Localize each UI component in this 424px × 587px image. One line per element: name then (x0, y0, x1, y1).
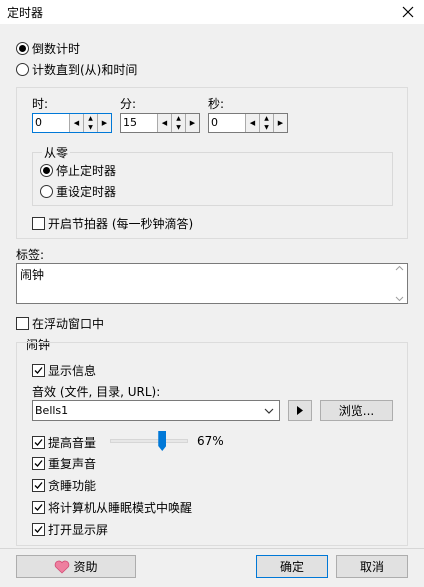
seconds-down-icon[interactable]: ▼ (260, 123, 273, 132)
floating-window-label: 在浮动窗口中 (32, 317, 105, 331)
countup-label: 计数直到(从)和时间 (32, 63, 138, 77)
metronome-checkbox[interactable]: 开启节拍器 (每一秒钟滴答) (32, 215, 193, 232)
hours-right-arrow-icon[interactable]: ▶ (97, 114, 111, 132)
zero-group-title: 从零 (42, 144, 71, 161)
metronome-label: 开启节拍器 (每一秒钟滴答) (48, 217, 194, 231)
hours-value[interactable]: 0 (33, 114, 69, 132)
snooze-checkbox[interactable]: 贪睡功能 (32, 477, 96, 494)
floating-window-checkbox[interactable]: 在浮动窗口中 (16, 315, 104, 332)
browse-button[interactable]: 浏览... (320, 400, 393, 421)
minutes-up-icon[interactable]: ▲ (172, 114, 185, 123)
seconds-label: 秒: (208, 97, 225, 111)
checkmark-icon (32, 523, 45, 536)
minutes-down-icon[interactable]: ▼ (172, 123, 185, 132)
play-icon (297, 406, 303, 415)
sound-label: 音效 (文件, 目录, URL): (32, 385, 161, 399)
checkmark-icon (32, 501, 45, 514)
increase-volume-checkbox[interactable]: 提高音量 (32, 434, 96, 451)
hours-up-icon[interactable]: ▲ (84, 114, 97, 123)
radio-selected-icon (16, 42, 29, 55)
seconds-spinner[interactable]: 0 ◀ ▲ ▼ ▶ (208, 113, 288, 133)
countdown-radio[interactable]: 倒数计时 (16, 40, 80, 57)
checkmark-icon (32, 364, 45, 377)
tag-scrollbar[interactable] (392, 264, 407, 303)
countdown-label: 倒数计时 (32, 42, 81, 56)
title-bar (0, 0, 424, 24)
browse-label: 浏览... (338, 404, 375, 418)
minutes-spinner[interactable]: 15 ◀ ▲ ▼ ▶ (120, 113, 200, 133)
seconds-value[interactable]: 0 (209, 114, 245, 132)
reset-timer-radio[interactable]: 重设定时器 (40, 183, 116, 200)
hours-down-icon[interactable]: ▼ (84, 123, 97, 132)
tag-textarea[interactable]: 闹钟 (16, 263, 408, 304)
checkmark-icon (32, 479, 45, 492)
stop-timer-radio[interactable]: 停止定时器 (40, 162, 116, 179)
reset-timer-label: 重设定时器 (56, 185, 117, 199)
turn-on-display-checkbox[interactable]: 打开显示屏 (32, 521, 108, 538)
turn-on-display-label: 打开显示屏 (48, 523, 109, 537)
play-button[interactable] (288, 400, 312, 421)
radio-icon (16, 63, 29, 76)
close-button[interactable] (392, 0, 424, 24)
heart-icon (55, 560, 70, 574)
donate-button[interactable]: 资助 (16, 555, 136, 578)
seconds-left-arrow-icon[interactable]: ◀ (245, 114, 259, 132)
volume-slider-track[interactable] (110, 439, 188, 443)
radio-selected-icon (40, 164, 53, 177)
close-icon (402, 6, 414, 18)
minutes-label: 分: (120, 97, 137, 111)
scroll-up-icon[interactable] (395, 264, 404, 273)
checkbox-icon (32, 217, 45, 230)
donate-label: 资助 (73, 560, 98, 574)
countup-radio[interactable]: 计数直到(从)和时间 (16, 61, 137, 78)
hours-spinner[interactable]: 0 ◀ ▲ ▼ ▶ (32, 113, 112, 133)
footer-divider (0, 548, 424, 549)
window-title: 定时器 (7, 6, 44, 20)
seconds-up-icon[interactable]: ▲ (260, 114, 273, 123)
sound-dropdown[interactable]: Bells1 (32, 400, 280, 421)
checkmark-icon (32, 436, 45, 449)
show-info-label: 显示信息 (48, 364, 97, 378)
cancel-button[interactable]: 取消 (336, 555, 408, 578)
sound-value: Bells1 (35, 404, 69, 417)
hours-label: 时: (32, 97, 49, 111)
cancel-label: 取消 (359, 560, 384, 574)
radio-icon (40, 185, 53, 198)
tag-value: 闹钟 (20, 268, 45, 282)
repeat-sound-checkbox[interactable]: 重复声音 (32, 455, 96, 472)
wake-computer-label: 将计算机从睡眠模式中唤醒 (48, 501, 193, 515)
hours-left-arrow-icon[interactable]: ◀ (69, 114, 83, 132)
checkmark-icon (32, 457, 45, 470)
snooze-label: 贪睡功能 (48, 479, 97, 493)
repeat-sound-label: 重复声音 (48, 457, 97, 471)
minutes-value[interactable]: 15 (121, 114, 157, 132)
show-info-checkbox[interactable]: 显示信息 (32, 362, 96, 379)
ok-label: 确定 (279, 560, 304, 574)
chevron-down-icon (264, 408, 274, 414)
checkbox-icon (16, 317, 29, 330)
ok-button[interactable]: 确定 (256, 555, 328, 578)
minutes-left-arrow-icon[interactable]: ◀ (157, 114, 171, 132)
scroll-down-icon[interactable] (395, 294, 404, 303)
tag-label: 标签: (16, 248, 45, 262)
increase-volume-label: 提高音量 (48, 436, 97, 450)
minutes-right-arrow-icon[interactable]: ▶ (185, 114, 199, 132)
stop-timer-label: 停止定时器 (56, 164, 117, 178)
volume-percent: 67% (197, 434, 224, 448)
wake-computer-checkbox[interactable]: 将计算机从睡眠模式中唤醒 (32, 499, 192, 516)
seconds-right-arrow-icon[interactable]: ▶ (273, 114, 287, 132)
